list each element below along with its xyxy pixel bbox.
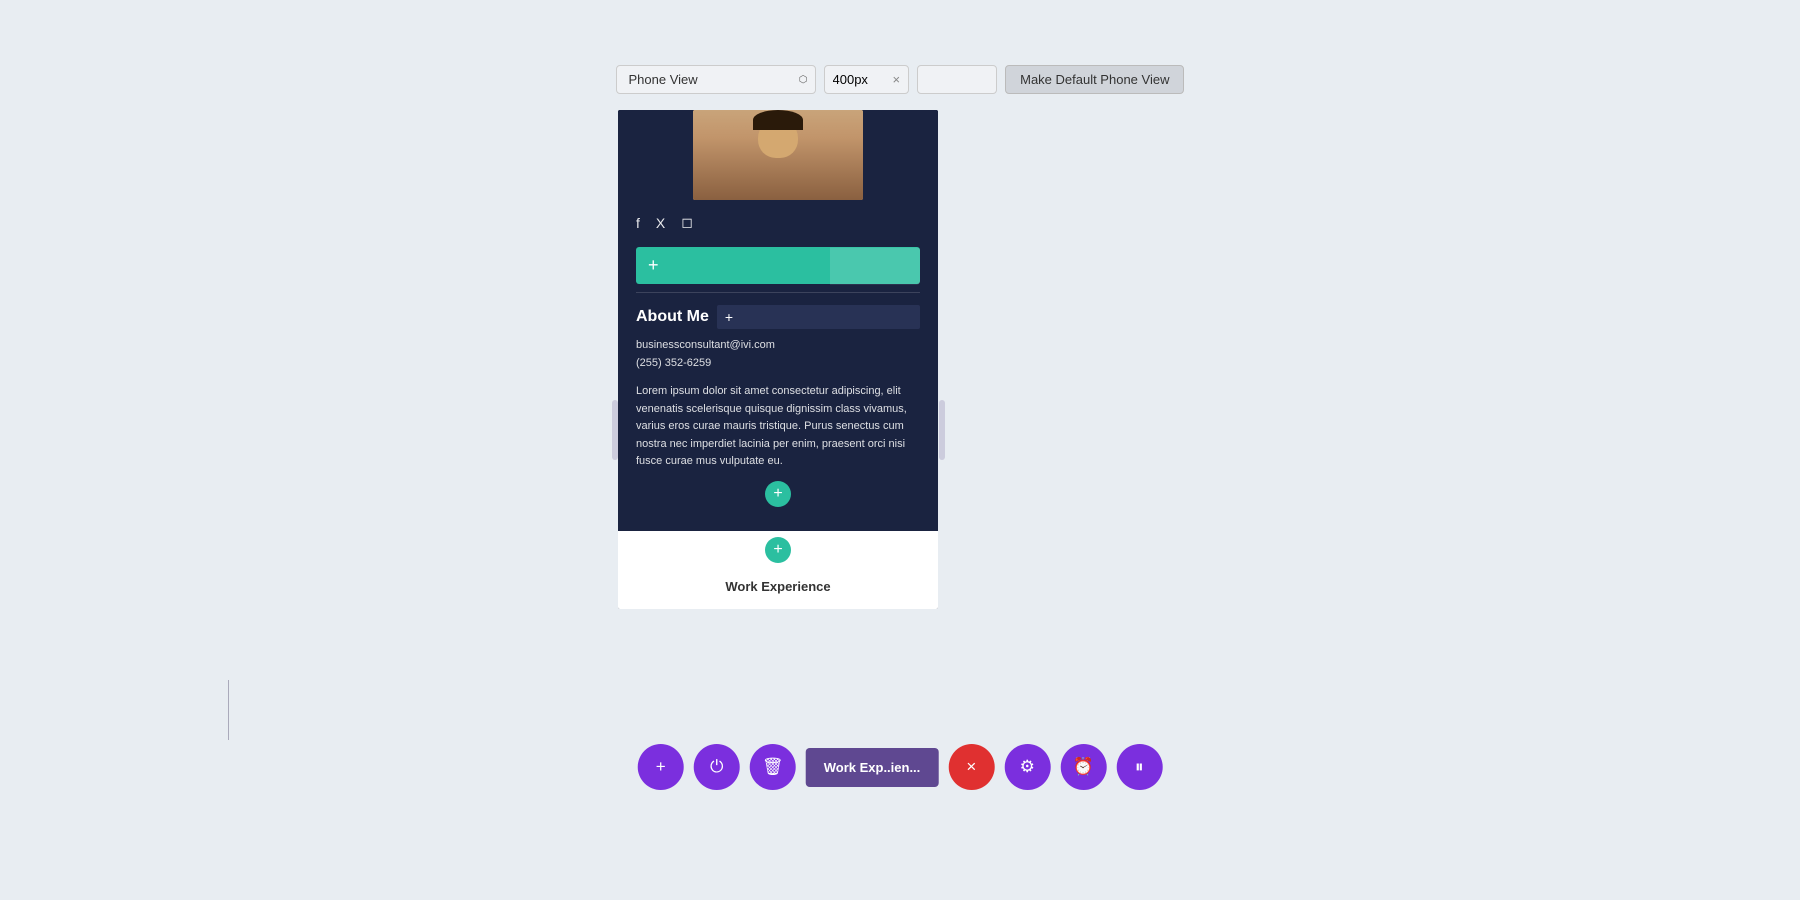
about-section: About Me + businessconsultant@ivi.com (2… [618,305,938,531]
px-clear-button[interactable]: × [885,66,909,93]
trash-icon: 🗑 [762,757,784,777]
work-section-label: Work Experience [636,579,920,594]
power-icon: ⏻ [710,757,723,777]
px-input-group: 400px × [824,65,910,94]
person-hat [753,110,803,130]
resize-handle-right[interactable] [939,400,945,460]
work-experience-section: Work Experience [618,569,938,609]
about-title: About Me [636,308,709,326]
make-default-button[interactable]: Make Default Phone View [1005,65,1184,94]
gear-toolbar-button[interactable]: ⚙ [1004,744,1050,790]
instagram-icon[interactable]: ◻ [681,214,693,231]
profile-image [693,110,863,200]
px-input[interactable]: 400px [825,66,885,93]
add-toolbar-button[interactable]: + [638,744,684,790]
trash-toolbar-button[interactable]: 🗑 [750,744,796,790]
bio-text: Lorem ipsum dolor sit amet consectetur a… [636,383,920,471]
extra-toolbar-input[interactable] [917,65,997,94]
person-silhouette [693,110,863,200]
phone-preview: f X ◻ + About Me + businessconsultant@iv… [618,110,938,609]
add-icon: + [656,757,666,777]
power-toolbar-button[interactable]: ⏻ [694,744,740,790]
bottom-floating-toolbar: + ⏻ 🗑 Work Exp..ien... × ⚙ ⏰ ⏸ [638,744,1163,790]
add-section-circle-container: + [636,471,920,515]
view-toolbar: Phone View 400px × Make Default Phone Vi… [0,65,1800,94]
clock-icon: ⏰ [1073,757,1094,777]
add-section-button[interactable]: + [765,481,791,507]
pause-toolbar-button[interactable]: ⏸ [1116,744,1162,790]
view-selector[interactable]: Phone View [616,65,816,94]
email-contact: businessconsultant@ivi.com [636,339,920,351]
add-block-button[interactable]: + [636,247,920,284]
facebook-icon[interactable]: f [636,215,640,231]
close-icon: × [966,757,976,777]
pause-icon: ⏸ [1135,757,1144,777]
view-selector-wrapper: Phone View [616,65,816,94]
overlay-plus-icon: + [725,309,733,325]
gear-icon: ⚙ [1020,757,1035,777]
close-toolbar-button[interactable]: × [948,744,994,790]
sidebar-vertical-line [228,680,229,740]
about-title-row: About Me + [636,305,920,329]
profile-image-area [618,110,938,200]
clock-toolbar-button[interactable]: ⏰ [1060,744,1106,790]
section-divider [636,292,920,293]
work-label-center: Work Exp..ien... [806,748,939,787]
add-between-sections-container: + [618,531,938,569]
about-title-overlay: + [717,305,920,329]
social-icons-row: f X ◻ [618,200,938,241]
add-between-sections-button[interactable]: + [765,537,791,563]
phone-contact: (255) 352-6259 [636,357,920,369]
twitter-x-icon[interactable]: X [656,215,665,231]
add-block-icon: + [648,255,659,276]
